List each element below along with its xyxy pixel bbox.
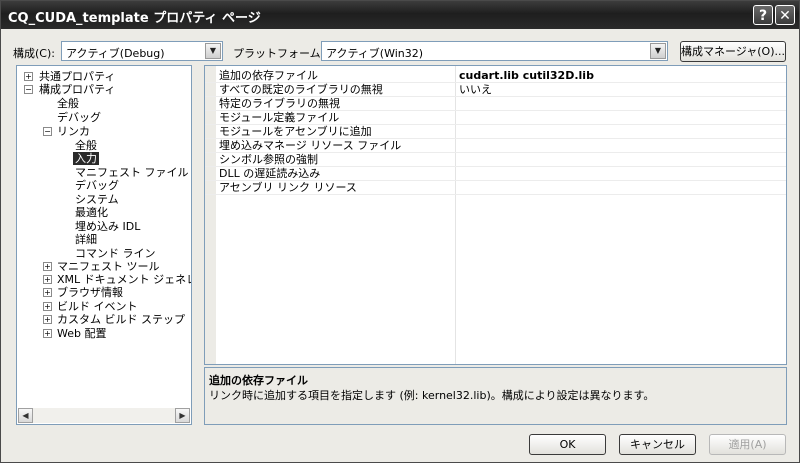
help-icon: ?: [758, 8, 768, 24]
expand-icon[interactable]: +: [24, 72, 33, 81]
property-row[interactable]: 特定のライブラリの無視: [205, 97, 786, 111]
tree-item-custom-build[interactable]: カスタム ビルド ステップ: [55, 313, 187, 326]
tree-item-browse-info[interactable]: ブラウザ情報: [55, 286, 125, 299]
tree-item-linker-input[interactable]: 入力: [73, 152, 99, 165]
chevron-down-icon[interactable]: ▼: [650, 43, 666, 59]
scroll-right-icon[interactable]: ▶: [175, 408, 190, 423]
window-title: CQ_CUDA_template プロパティ ページ: [8, 11, 261, 26]
collapse-icon[interactable]: −: [43, 127, 52, 136]
tree-item-linker-advanced[interactable]: 詳細: [73, 233, 99, 246]
property-name: モジュールをアセンブリに追加: [219, 125, 372, 138]
property-row[interactable]: モジュールをアセンブリに追加: [205, 125, 786, 139]
property-row[interactable]: モジュール定義ファイル: [205, 111, 786, 125]
config-manager-button[interactable]: 構成マネージャ(O)...: [680, 41, 786, 62]
property-grid[interactable]: 追加の依存ファイル cudart.lib cutil32D.lib すべての既定…: [204, 65, 787, 365]
platform-value: アクティブ(Win32): [326, 47, 424, 60]
category-tree[interactable]: + 共通プロパティ − 構成プロパティ 全般 デバッグ − リンカ 全般 入力 …: [16, 65, 192, 425]
property-name: 特定のライブラリの無視: [219, 97, 340, 110]
property-name: モジュール定義ファイル: [219, 111, 340, 124]
property-name: 追加の依存ファイル: [219, 69, 318, 82]
config-dropdown[interactable]: アクティブ(Debug) ▼: [61, 41, 223, 61]
tree-item-linker-cmdline[interactable]: コマンド ライン: [73, 247, 158, 260]
expand-icon[interactable]: +: [43, 302, 52, 311]
config-value: アクティブ(Debug): [66, 47, 165, 60]
tree-item-manifest-tool[interactable]: マニフェスト ツール: [55, 260, 162, 273]
close-icon: ✕: [779, 8, 791, 24]
ok-button[interactable]: OK: [529, 434, 606, 455]
config-label: 構成(C):: [13, 47, 55, 60]
property-name: アセンブリ リンク リソース: [219, 181, 357, 194]
tree-item-linker-idl[interactable]: 埋め込み IDL: [73, 220, 142, 233]
help-button[interactable]: ?: [753, 5, 773, 25]
tree-item-build-events[interactable]: ビルド イベント: [55, 300, 140, 313]
close-button[interactable]: ✕: [775, 5, 795, 25]
tree-item-linker-general[interactable]: 全般: [73, 139, 99, 152]
property-row[interactable]: DLL の遅延読み込み: [205, 167, 786, 181]
tree-item-web-deploy[interactable]: Web 配置: [55, 327, 108, 340]
collapse-icon[interactable]: −: [24, 85, 33, 94]
description-panel: 追加の依存ファイル リンク時に追加する項目を指定します (例: kernel32…: [204, 367, 787, 425]
property-row[interactable]: すべての既定のライブラリの無視 いいえ: [205, 83, 786, 97]
property-name: すべての既定のライブラリの無視: [219, 83, 383, 96]
tree-item-general[interactable]: 全般: [55, 97, 81, 110]
property-value[interactable]: いいえ: [459, 83, 492, 97]
expand-icon[interactable]: +: [43, 275, 52, 284]
title-bar[interactable]: CQ_CUDA_template プロパティ ページ ? ✕: [1, 1, 799, 29]
tree-item-linker-optimize[interactable]: 最適化: [73, 206, 110, 219]
property-pages-dialog: CQ_CUDA_template プロパティ ページ ? ✕ 構成(C): アク…: [0, 0, 800, 463]
property-name: DLL の遅延読み込み: [219, 167, 321, 180]
tree-item-linker[interactable]: リンカ: [55, 125, 92, 138]
platform-dropdown[interactable]: アクティブ(Win32) ▼: [321, 41, 668, 61]
expand-icon[interactable]: +: [43, 329, 52, 338]
property-row[interactable]: 追加の依存ファイル cudart.lib cutil32D.lib: [205, 69, 786, 83]
chevron-down-icon[interactable]: ▼: [205, 43, 221, 59]
tree-item-debug[interactable]: デバッグ: [55, 111, 103, 124]
property-row[interactable]: 埋め込みマネージ リソース ファイル: [205, 139, 786, 153]
tree-item-common-properties[interactable]: 共通プロパティ: [37, 70, 117, 83]
description-text: リンク時に追加する項目を指定します (例: kernel32.lib)。構成によ…: [209, 389, 655, 402]
description-title: 追加の依存ファイル: [209, 374, 308, 387]
property-name: シンボル参照の強制: [219, 153, 318, 166]
apply-button[interactable]: 適用(A): [709, 434, 786, 455]
property-row[interactable]: アセンブリ リンク リソース: [205, 181, 786, 195]
tree-item-linker-manifest[interactable]: マニフェスト ファイル: [73, 166, 191, 179]
tree-item-linker-debug[interactable]: デバッグ: [73, 179, 121, 192]
expand-icon[interactable]: +: [43, 288, 52, 297]
property-row[interactable]: シンボル参照の強制: [205, 153, 786, 167]
expand-icon[interactable]: +: [43, 262, 52, 271]
scroll-left-icon[interactable]: ◀: [18, 408, 33, 423]
tree-item-xml-doc[interactable]: XML ドキュメント ジェネレータ: [55, 273, 191, 286]
cancel-button[interactable]: キャンセル: [619, 434, 696, 455]
property-value[interactable]: cudart.lib cutil32D.lib: [459, 69, 594, 83]
property-name: 埋め込みマネージ リソース ファイル: [219, 139, 402, 152]
expand-icon[interactable]: +: [43, 315, 52, 324]
tree-horizontal-scrollbar[interactable]: ◀ ▶: [18, 408, 190, 423]
tree-item-linker-system[interactable]: システム: [73, 193, 121, 206]
tree-item-configuration-properties[interactable]: 構成プロパティ: [37, 83, 117, 96]
